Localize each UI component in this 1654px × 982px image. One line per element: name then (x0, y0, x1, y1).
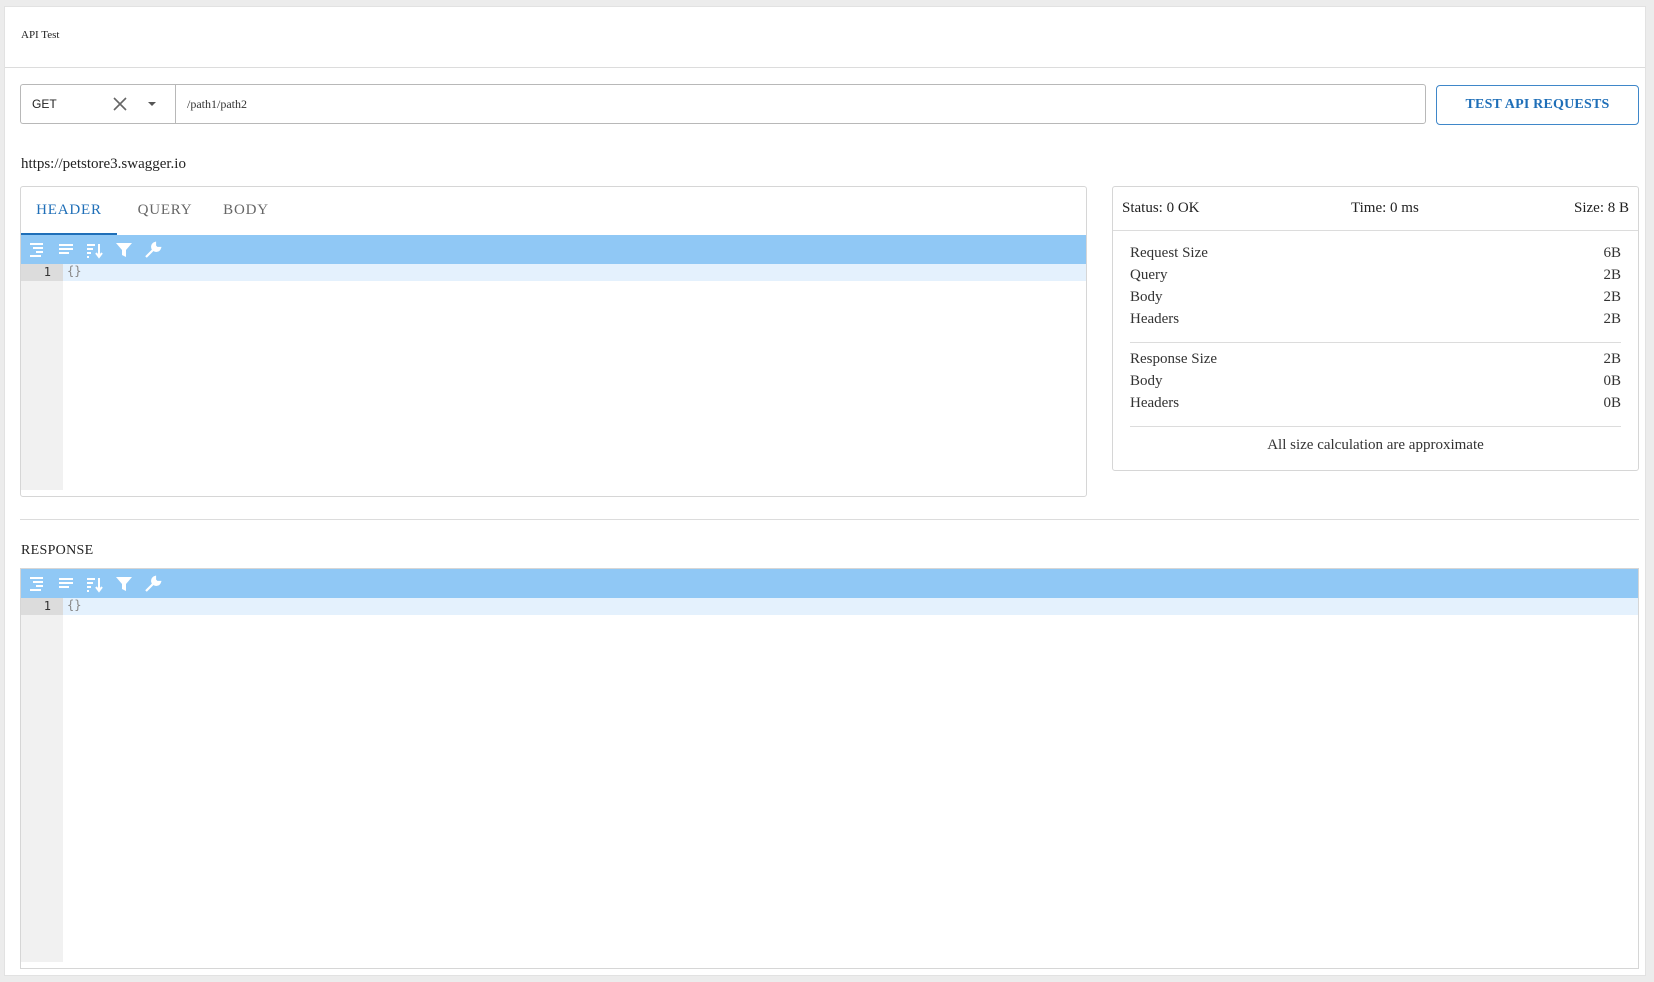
format-icon[interactable] (27, 574, 47, 594)
tab-query[interactable]: QUERY (125, 187, 205, 235)
response-size-label: Response Size (1130, 351, 1218, 367)
response-size-row: Response Size 2B (1130, 351, 1621, 373)
response-body-label: Body (1130, 373, 1163, 389)
filter-icon[interactable] (114, 574, 134, 594)
request-query-row: Query 2B (1130, 267, 1621, 289)
request-headers-value: 2B (1603, 311, 1621, 327)
repair-icon[interactable] (143, 240, 163, 260)
editor-gutter (21, 598, 63, 962)
response-size-value: 2B (1603, 351, 1621, 367)
tab-body[interactable]: BODY (215, 187, 277, 235)
request-size-label: Request Size (1130, 245, 1208, 261)
chevron-down-icon[interactable] (143, 95, 161, 113)
stats-divider (1130, 426, 1621, 427)
size-text: Size: 8 B (1574, 200, 1629, 216)
response-body-row: Body 0B (1130, 373, 1621, 395)
response-headers-value: 0B (1603, 395, 1621, 411)
request-body-row: Body 2B (1130, 289, 1621, 311)
request-query-label: Query (1130, 267, 1168, 283)
time-text: Time: 0 ms (1351, 200, 1419, 216)
server-url: https://petstore3.swagger.io (21, 156, 186, 172)
request-query-value: 2B (1603, 267, 1621, 283)
request-panel: HEADER QUERY BODY 1 {} (20, 186, 1087, 497)
response-editor-toolbar (21, 569, 1638, 598)
request-size-value: 6B (1603, 245, 1621, 261)
editor-content[interactable]: {} (67, 598, 81, 612)
request-size-row: Request Size 6B (1130, 245, 1621, 267)
sort-icon[interactable] (85, 574, 105, 594)
request-body-label: Body (1130, 289, 1163, 305)
header-bar: API Test (5, 7, 1645, 68)
request-body-value: 2B (1603, 289, 1621, 305)
request-headers-label: Headers (1130, 311, 1180, 327)
compact-icon[interactable] (56, 240, 76, 260)
editor-toolbar (21, 235, 1086, 264)
active-line (21, 598, 1638, 615)
stats-panel: Status: 0 OK Time: 0 ms Size: 8 B Reques… (1112, 186, 1639, 471)
app-title: API Test (21, 29, 60, 41)
request-headers-row: Headers 2B (1130, 311, 1621, 333)
filter-icon[interactable] (114, 240, 134, 260)
sort-icon[interactable] (85, 240, 105, 260)
editor-content[interactable]: {} (67, 264, 81, 278)
section-divider (20, 519, 1639, 520)
response-body-value: 0B (1603, 373, 1621, 389)
path-input[interactable] (175, 84, 1426, 124)
stats-note: All size calculation are approximate (1267, 437, 1484, 453)
compact-icon[interactable] (56, 574, 76, 594)
tab-header[interactable]: HEADER (21, 187, 117, 235)
method-select[interactable]: GET (20, 84, 175, 124)
editor-gutter (21, 264, 63, 490)
line-number: 1 (43, 599, 51, 613)
header-editor[interactable]: 1 {} (21, 264, 1086, 490)
stats-divider (1130, 342, 1621, 343)
method-value: GET (32, 97, 57, 111)
active-line (21, 264, 1086, 281)
response-label: RESPONSE (21, 543, 94, 558)
clear-icon[interactable] (111, 95, 129, 113)
request-tabs: HEADER QUERY BODY (21, 187, 1086, 235)
status-text: Status: 0 OK (1122, 200, 1200, 216)
response-editor[interactable]: 1 {} (21, 598, 1638, 962)
repair-icon[interactable] (143, 574, 163, 594)
response-headers-row: Headers 0B (1130, 395, 1621, 417)
format-icon[interactable] (27, 240, 47, 260)
line-number: 1 (43, 265, 51, 279)
stats-header: Status: 0 OK Time: 0 ms Size: 8 B (1113, 187, 1638, 231)
response-panel: 1 {} (20, 568, 1639, 969)
response-headers-label: Headers (1130, 395, 1180, 411)
api-test-card: API Test GET TEST API REQUESTS https://p… (4, 6, 1646, 976)
test-api-requests-button[interactable]: TEST API REQUESTS (1436, 85, 1639, 125)
